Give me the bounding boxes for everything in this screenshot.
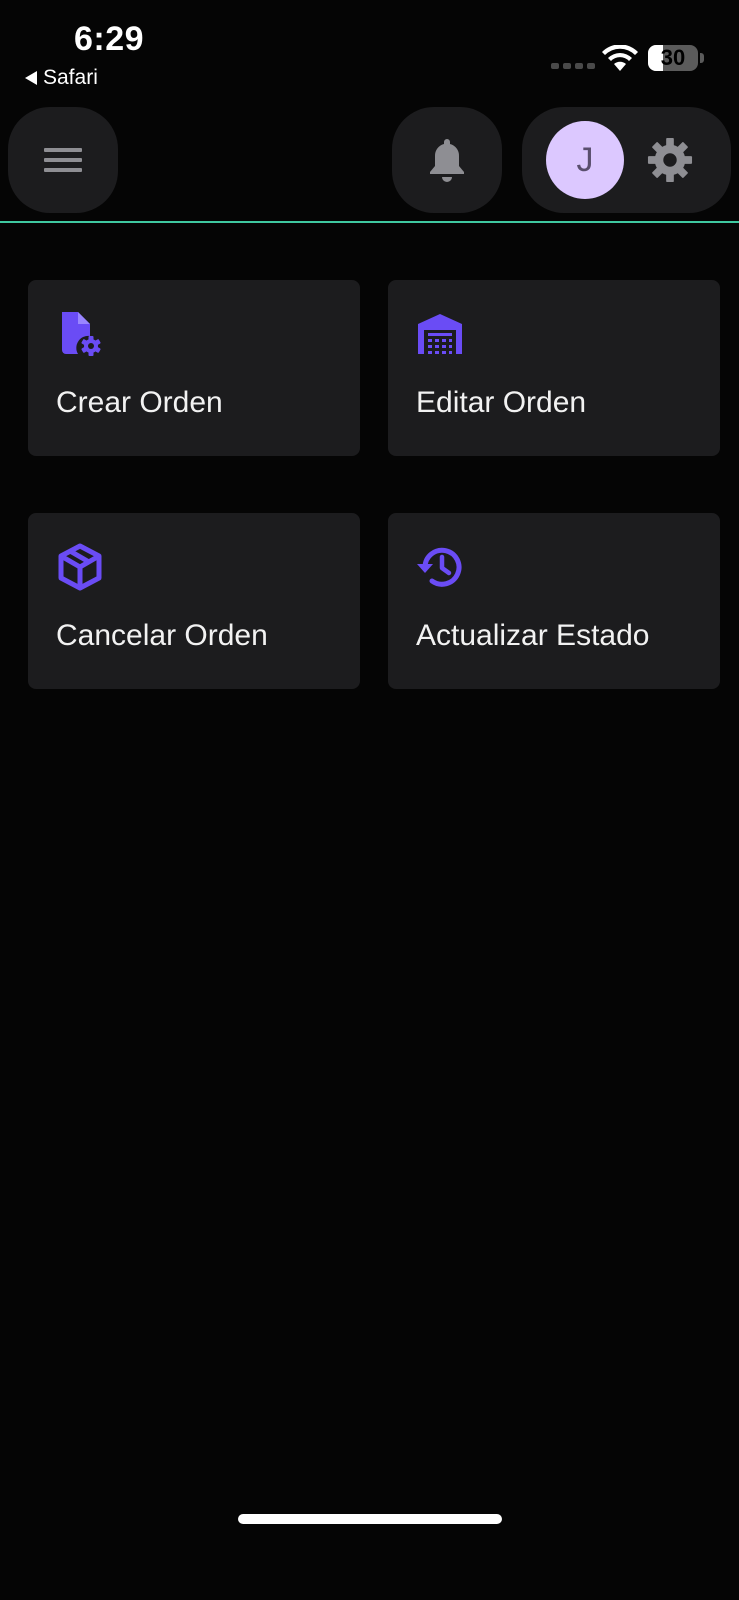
gear-icon[interactable] [647, 137, 693, 183]
card-label: Cancelar Orden [56, 619, 268, 652]
cellular-signal-icon [551, 63, 595, 69]
back-arrow-icon [25, 71, 37, 85]
card-editar-orden[interactable]: Editar Orden [388, 280, 720, 456]
hamburger-menu-icon [44, 148, 82, 172]
card-label: Actualizar Estado [416, 619, 650, 652]
warehouse-icon [418, 314, 462, 354]
menu-button[interactable] [8, 107, 118, 213]
battery-level: 30 [660, 45, 686, 70]
user-controls: J [522, 107, 731, 213]
card-cancelar-orden[interactable]: Cancelar Orden [28, 513, 360, 689]
bell-icon [430, 139, 464, 182]
file-settings-icon [62, 312, 101, 356]
back-app-label: Safari [43, 66, 98, 89]
back-to-app-link[interactable]: Safari [25, 66, 98, 90]
avatar[interactable]: J [546, 121, 624, 199]
status-time: 6:29 [74, 20, 145, 58]
card-label: Editar Orden [416, 386, 587, 419]
wifi-icon [602, 45, 638, 71]
home-indicator[interactable] [238, 1514, 502, 1524]
battery-nub [700, 53, 704, 63]
notifications-button[interactable] [392, 107, 502, 213]
header-divider [0, 221, 739, 223]
card-actualizar-estado[interactable]: Actualizar Estado [388, 513, 720, 689]
box-icon [58, 543, 102, 591]
battery-indicator: 30 [648, 45, 698, 71]
card-label: Crear Orden [56, 386, 223, 419]
history-icon [417, 547, 462, 587]
app-screen: 6:29 Safari 30 J Crear Orden Editar Orde… [0, 0, 739, 1600]
card-crear-orden[interactable]: Crear Orden [28, 280, 360, 456]
